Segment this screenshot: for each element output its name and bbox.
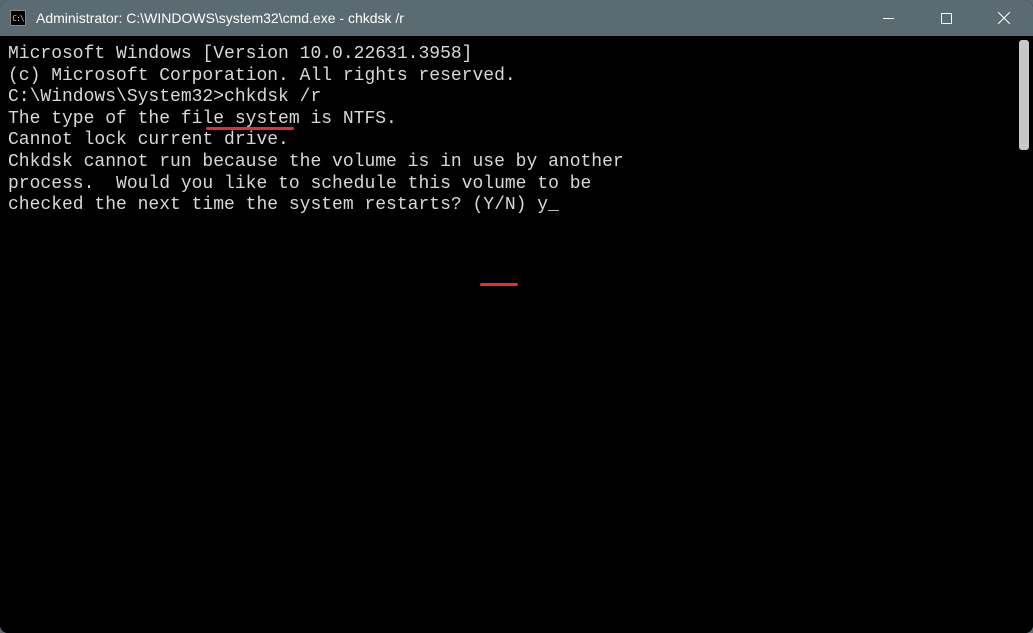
terminal-area[interactable]: Microsoft Windows [Version 10.0.22631.39… — [0, 36, 1033, 633]
minimize-button[interactable] — [859, 0, 917, 36]
prompt-line: checked the next time the system restart… — [8, 195, 1015, 217]
prompt-path: C:\Windows\System32> — [8, 87, 224, 107]
output-line: Cannot lock current drive. — [8, 130, 1015, 152]
titlebar[interactable]: C:\ Administrator: C:\WINDOWS\system32\c… — [0, 0, 1033, 36]
window-title: Administrator: C:\WINDOWS\system32\cmd.e… — [36, 10, 859, 26]
cmd-icon: C:\ — [10, 10, 26, 26]
scroll-thumb[interactable] — [1019, 40, 1029, 150]
terminal-output: Microsoft Windows [Version 10.0.22631.39… — [0, 36, 1015, 633]
close-button[interactable] — [975, 0, 1033, 36]
output-line: The type of the file system is NTFS. — [8, 109, 1015, 131]
annotation-underline — [206, 127, 294, 130]
cmd-window: C:\ Administrator: C:\WINDOWS\system32\c… — [0, 0, 1033, 633]
output-line: process. Would you like to schedule this… — [8, 174, 1015, 196]
maximize-button[interactable] — [917, 0, 975, 36]
entered-command: chkdsk /r — [224, 87, 321, 107]
prompt-line: C:\Windows\System32>chkdsk /r — [8, 87, 1015, 109]
minimize-icon — [883, 13, 894, 24]
maximize-icon — [941, 13, 952, 24]
user-answer: y — [537, 195, 548, 215]
output-line: Chkdsk cannot run because the volume is … — [8, 152, 1015, 174]
text-cursor: _ — [548, 195, 559, 217]
annotation-underline — [480, 283, 518, 286]
output-question: checked the next time the system restart… — [8, 195, 537, 215]
vertical-scrollbar[interactable] — [1015, 36, 1033, 633]
output-line: (c) Microsoft Corporation. All rights re… — [8, 66, 1015, 88]
window-controls — [859, 0, 1033, 36]
output-line: Microsoft Windows [Version 10.0.22631.39… — [8, 44, 1015, 66]
close-icon — [998, 12, 1010, 24]
